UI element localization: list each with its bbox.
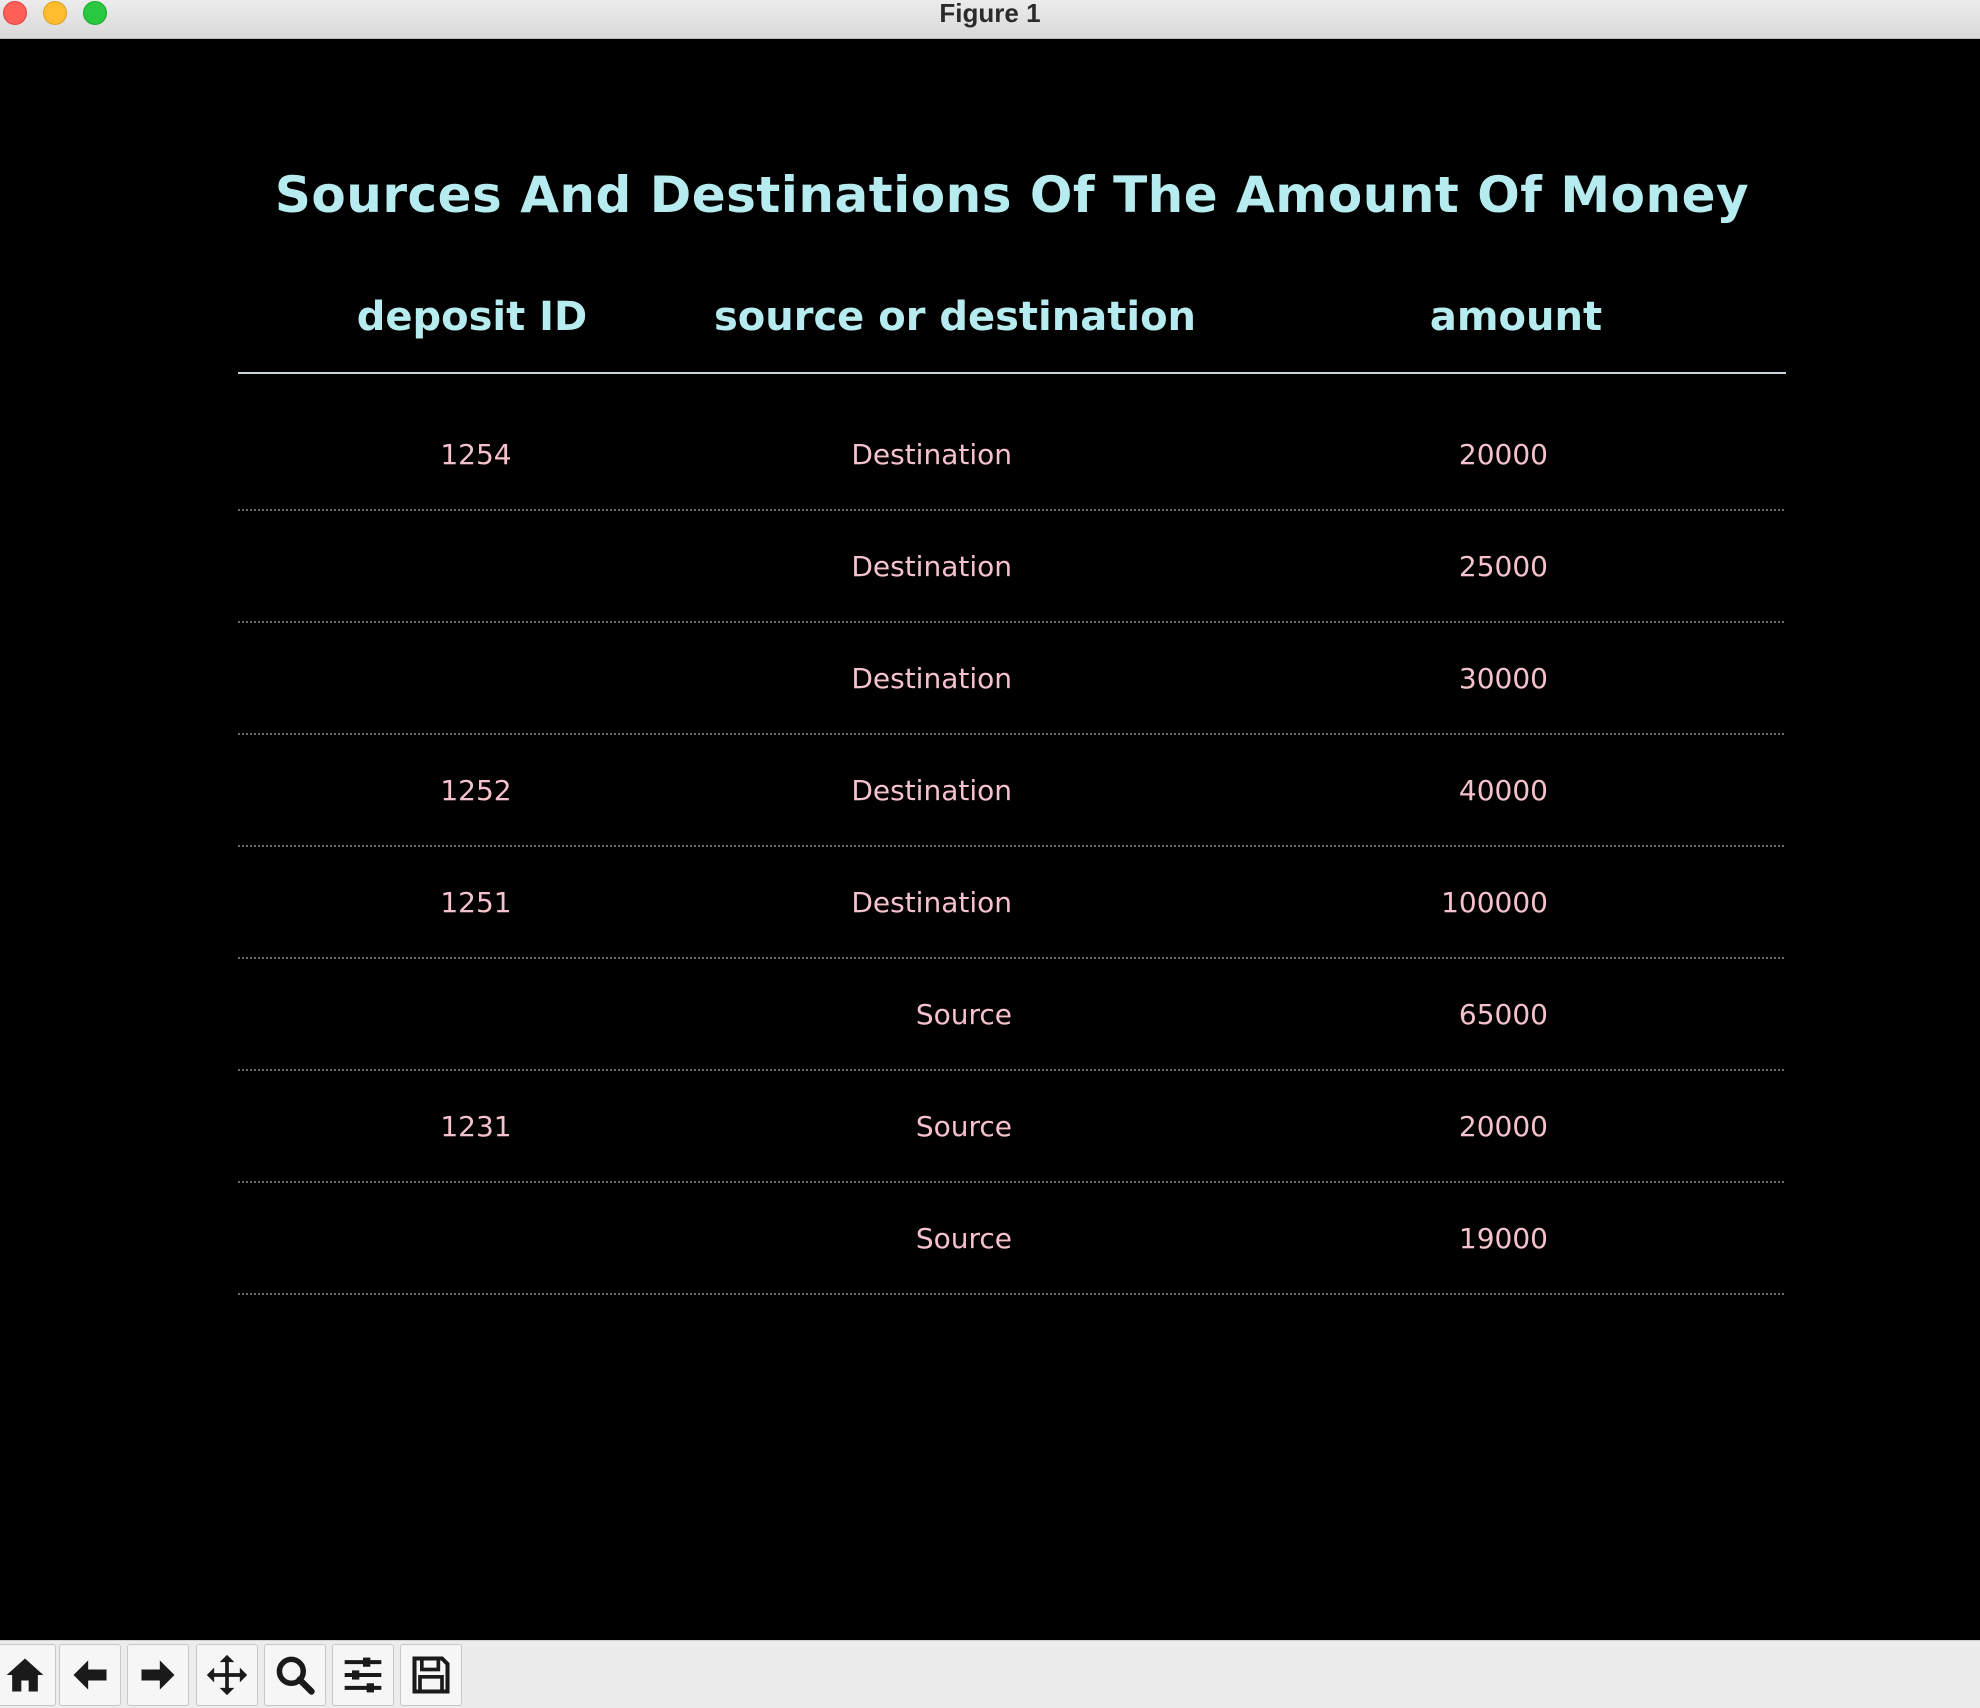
table-cell: Destination xyxy=(851,774,1012,807)
navigation-toolbar xyxy=(0,1640,1980,1708)
column-header: amount xyxy=(1430,294,1602,340)
table-cell: 1231 xyxy=(440,1110,511,1143)
table-cell: 30000 xyxy=(1459,662,1548,695)
table-cell: Source xyxy=(916,1222,1012,1255)
save-button[interactable] xyxy=(400,1644,462,1706)
table-cell: 65000 xyxy=(1459,998,1548,1031)
table-cell: 19000 xyxy=(1459,1222,1548,1255)
title-bar[interactable]: Figure 1 xyxy=(0,0,1980,39)
configure-subplots-button[interactable] xyxy=(332,1644,394,1706)
back-button[interactable] xyxy=(59,1644,121,1706)
table-cell: 40000 xyxy=(1459,774,1548,807)
forward-button[interactable] xyxy=(127,1644,189,1706)
magnifier-icon xyxy=(276,1656,315,1695)
window-title: Figure 1 xyxy=(939,0,1041,28)
table-cell: 1252 xyxy=(440,774,511,807)
table-cell: Destination xyxy=(851,662,1012,695)
figure-window: Figure 1 Sources And Destinations Of The… xyxy=(0,0,1980,1708)
table-cell: Source xyxy=(916,1110,1012,1143)
zoom-button[interactable] xyxy=(264,1644,326,1706)
table-cell: 25000 xyxy=(1459,550,1548,583)
home-button[interactable] xyxy=(0,1644,56,1706)
pan-button[interactable] xyxy=(196,1644,258,1706)
arrow-right-icon xyxy=(141,1660,175,1690)
column-header: source or destination xyxy=(714,294,1196,340)
column-header: deposit ID xyxy=(357,294,588,340)
figure-canvas[interactable]: Sources And Destinations Of The Amount O… xyxy=(0,40,1980,1640)
table-cell: 100000 xyxy=(1441,886,1548,919)
table-cell: 1254 xyxy=(440,438,511,471)
home-icon xyxy=(6,1658,44,1692)
table-cell: 20000 xyxy=(1459,438,1548,471)
table-cell: Destination xyxy=(851,550,1012,583)
table-cell: Destination xyxy=(851,886,1012,919)
move-icon xyxy=(206,1654,248,1696)
sliders-icon xyxy=(344,1657,382,1693)
table-cell: Source xyxy=(916,998,1012,1031)
table-cell: 1251 xyxy=(440,886,511,919)
table-cell: Destination xyxy=(851,438,1012,471)
data-table: deposit ID source or destination amount 125… xyxy=(238,294,1786,1295)
table-cell: 20000 xyxy=(1459,1110,1548,1143)
floppy-disk-icon xyxy=(412,1656,450,1694)
arrow-left-icon xyxy=(73,1660,107,1690)
